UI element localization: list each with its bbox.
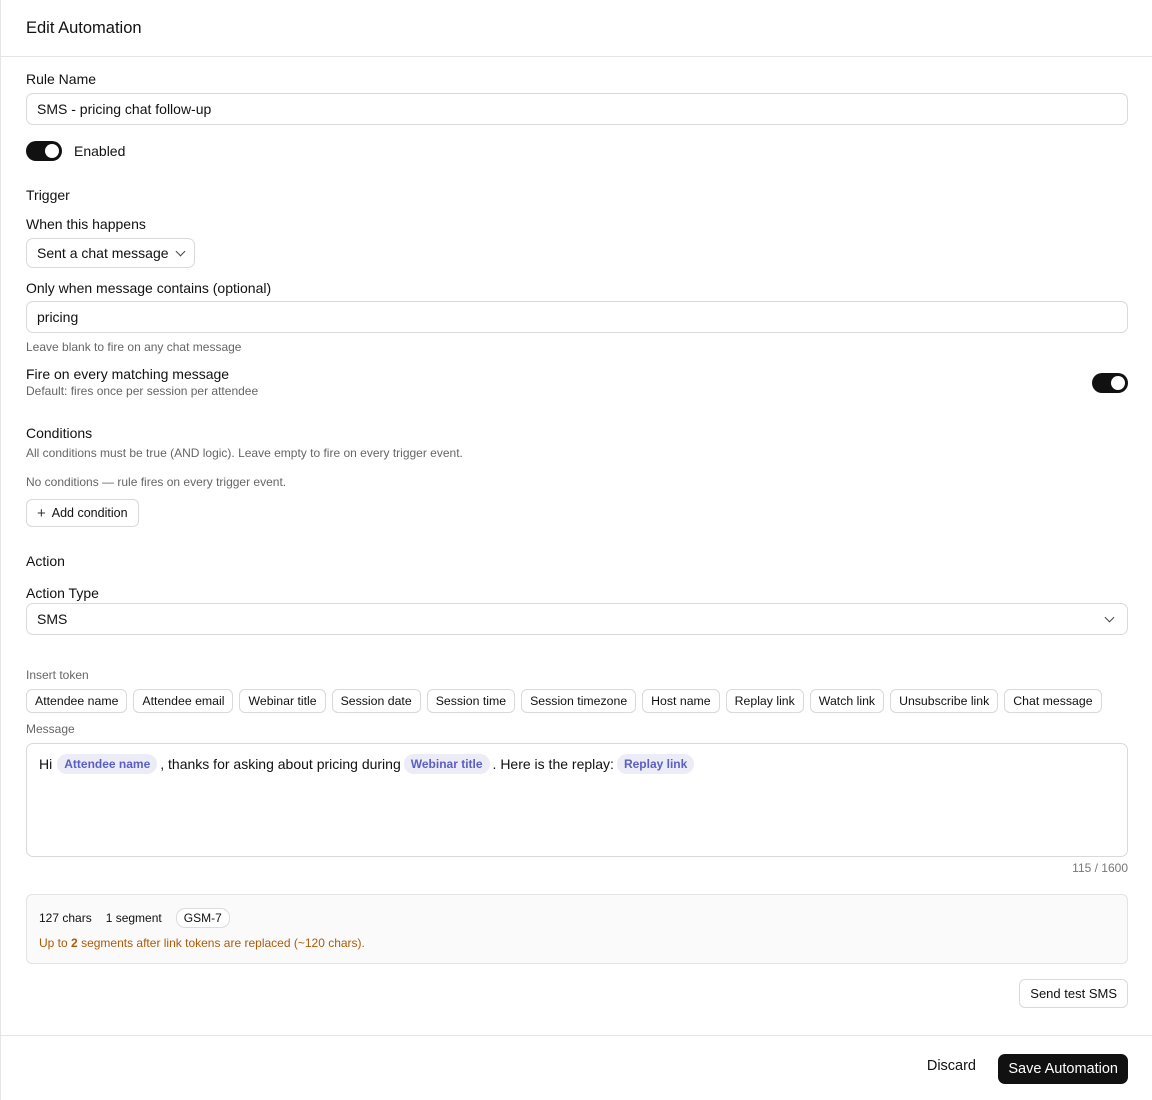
token-session-time[interactable]: Session time (426, 689, 516, 713)
enabled-label: Enabled (74, 143, 126, 159)
message-editor[interactable]: Hi Attendee name , thanks for asking abo… (26, 743, 1128, 857)
token-chip[interactable]: Attendee name (57, 754, 158, 774)
trigger-event-select[interactable]: Sent a chat message (26, 238, 195, 268)
warning-prefix: Up to (39, 936, 68, 950)
when-label: When this happens (26, 216, 146, 232)
chevron-down-icon (175, 246, 185, 256)
message-content: Hi Attendee name , thanks for asking abo… (39, 754, 1115, 774)
trigger-section-title: Trigger (26, 187, 70, 203)
contains-label: Only when message contains (optional) (26, 280, 272, 296)
conditions-description: All conditions must be true (AND logic).… (26, 446, 463, 460)
fire-every-toggle[interactable] (1092, 373, 1128, 393)
add-condition-label: Add condition (51, 506, 128, 520)
encoding-badge: GSM-7 (175, 908, 230, 928)
token-webinar-title[interactable]: Webinar title (239, 689, 326, 713)
edit-automation-modal: Edit Automation Rule Name SMS - pricing … (0, 0, 1152, 1100)
sms-stats: 127 chars 1 segment GSM-7 (39, 908, 1115, 928)
token-watch-link[interactable]: Watch link (809, 689, 885, 713)
plus-icon: + (37, 504, 46, 522)
save-label: Save Automation (1008, 1061, 1118, 1077)
trigger-event-value: Sent a chat message (37, 245, 169, 261)
send-test-label: Send test SMS (1030, 986, 1117, 1001)
token-session-date[interactable]: Session date (331, 689, 421, 713)
conditions-empty-text: No conditions — rule fires on every trig… (26, 475, 287, 489)
toggle-knob (45, 144, 59, 158)
toggle-knob (1111, 376, 1125, 390)
token-host-name[interactable]: Host name (642, 689, 720, 713)
token-attendee-name[interactable]: Attendee name (26, 689, 128, 713)
action-section-title: Action (26, 553, 65, 569)
token-list: Attendee name Attendee email Webinar tit… (26, 689, 1102, 713)
rule-name-input[interactable]: SMS - pricing chat follow-up (26, 93, 1128, 125)
insert-token-label: Insert token (26, 668, 89, 682)
fire-every-help: Default: fires once per session per atte… (26, 384, 259, 398)
segment-warning: Up to 2 segments after link tokens are r… (39, 936, 1115, 950)
char-count: 127 chars (39, 911, 92, 925)
character-counter: 115 / 1600 (1072, 861, 1128, 875)
contains-value: pricing (37, 309, 79, 325)
segment-count: 1 segment (105, 911, 162, 925)
action-type-label: Action Type (26, 585, 99, 601)
discard-button[interactable]: Discard (927, 1058, 976, 1074)
message-text: , thanks for asking about pricing during (160, 756, 401, 772)
warning-suffix: segments after link tokens are replaced … (81, 936, 365, 950)
token-chip[interactable]: Replay link (616, 754, 695, 774)
rule-name-value: SMS - pricing chat follow-up (37, 101, 212, 117)
token-unsubscribe-link[interactable]: Unsubscribe link (890, 689, 999, 713)
message-label: Message (26, 722, 75, 736)
modal-footer: Discard Save Automation (1, 1035, 1152, 1100)
fire-every-label: Fire on every matching message (26, 366, 230, 382)
token-session-timezone[interactable]: Session timezone (521, 689, 637, 713)
sms-info-panel: 127 chars 1 segment GSM-7 Up to 2 segmen… (26, 894, 1128, 964)
message-text: . Here is the replay: (492, 756, 614, 772)
conditions-section-title: Conditions (26, 425, 93, 441)
rule-name-label: Rule Name (26, 71, 97, 87)
token-attendee-email[interactable]: Attendee email (133, 689, 234, 713)
contains-help: Leave blank to fire on any chat message (26, 340, 242, 354)
add-condition-button[interactable]: + Add condition (26, 499, 139, 527)
message-text: Hi (39, 756, 53, 772)
action-type-select[interactable]: SMS (26, 603, 1128, 635)
token-chip[interactable]: Webinar title (403, 754, 490, 774)
modal-header: Edit Automation (1, 0, 1152, 57)
enabled-toggle[interactable] (26, 141, 62, 161)
chevron-down-icon (1104, 612, 1115, 622)
contains-input[interactable]: pricing (26, 301, 1128, 333)
save-automation-button[interactable]: Save Automation (998, 1054, 1128, 1084)
token-chat-message[interactable]: Chat message (1004, 689, 1102, 713)
send-test-sms-button[interactable]: Send test SMS (1019, 979, 1128, 1008)
token-replay-link[interactable]: Replay link (725, 689, 804, 713)
action-type-value: SMS (37, 611, 68, 627)
warning-count: 2 (71, 936, 78, 950)
page-title: Edit Automation (26, 18, 142, 37)
